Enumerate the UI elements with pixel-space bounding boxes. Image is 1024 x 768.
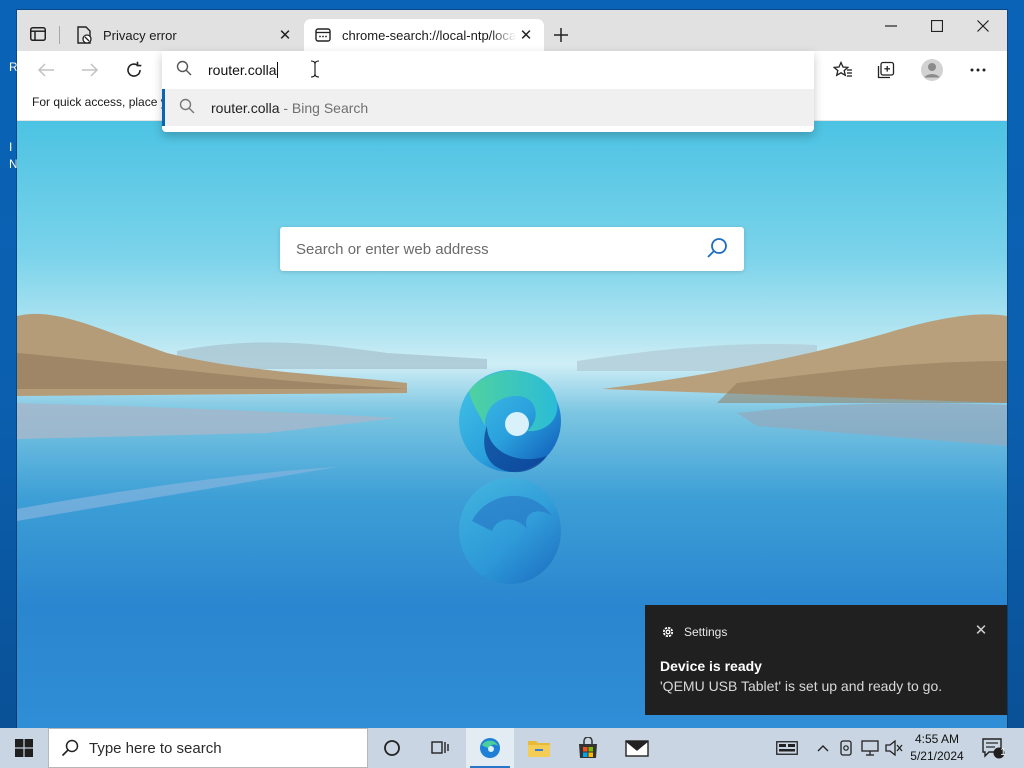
maximize-icon[interactable] [914, 10, 960, 42]
tab-new-tab-page[interactable]: chrome-search://local-ntp/local-ntp.html… [304, 19, 544, 51]
taskbar: Type here to search 4:55 AM 5/21/2024 1 [0, 728, 1024, 768]
favorites-icon[interactable] [828, 55, 858, 85]
microsoft-store-icon[interactable] [564, 728, 612, 768]
page-icon [314, 26, 332, 44]
address-bar-dropdown: router.colla router.colla - Bing Search [162, 51, 814, 132]
page-search-box [280, 227, 744, 271]
task-view-icon[interactable] [416, 728, 464, 768]
address-input[interactable]: router.colla [208, 61, 279, 78]
search-icon [176, 60, 192, 79]
tab-title: Privacy error [103, 27, 177, 43]
cortana-icon[interactable] [368, 728, 416, 768]
close-tab-icon[interactable]: ✕ [516, 25, 536, 45]
edge-logo-reflection [459, 478, 561, 584]
close-tab-icon[interactable]: ✕ [275, 25, 295, 45]
more-options-icon[interactable] [963, 55, 993, 85]
suggestion-source: - Bing Search [279, 99, 369, 116]
search-icon [179, 98, 195, 117]
edge-logo [459, 370, 561, 473]
edge-taskbar-icon[interactable] [466, 728, 514, 768]
search-icon [61, 739, 79, 757]
notification-app-name: Settings [684, 625, 728, 639]
device-icon[interactable] [837, 728, 855, 768]
notification-title: Device is ready [660, 658, 762, 674]
network-icon[interactable] [860, 728, 880, 768]
text-caret [277, 61, 279, 78]
notification-app: Settings [661, 625, 727, 639]
refresh-icon[interactable] [119, 55, 149, 85]
clock-time: 4:55 AM [914, 732, 960, 746]
profile-avatar-icon[interactable] [917, 55, 947, 85]
close-notification-icon[interactable]: ✕ [973, 622, 989, 639]
file-explorer-icon[interactable] [515, 728, 563, 768]
back-icon[interactable] [31, 55, 61, 85]
tab-actions-icon[interactable] [27, 23, 49, 45]
page-search-input[interactable] [296, 240, 706, 258]
search-icon[interactable] [706, 237, 728, 262]
address-bar[interactable]: router.colla [162, 51, 814, 88]
mail-icon[interactable] [613, 728, 661, 768]
tab-title: chrome-search://local-ntp/local-ntp.html [342, 27, 516, 43]
new-tab-icon[interactable] [549, 23, 573, 47]
show-hidden-icons-chevron-icon[interactable] [814, 728, 832, 768]
desktop-icon-label-fragment: I [9, 140, 13, 154]
taskbar-search-box[interactable]: Type here to search [48, 728, 368, 768]
minimize-icon[interactable] [868, 10, 914, 42]
text-cursor-icon [310, 60, 320, 81]
keyboard-icon[interactable] [772, 728, 802, 768]
action-center-icon[interactable]: 1 [978, 728, 1008, 768]
start-button[interactable] [0, 728, 48, 768]
volume-muted-icon[interactable] [884, 728, 904, 768]
tab-strip: Privacy error ✕ chrome-search://local-nt… [17, 10, 1007, 51]
document-warning-icon [75, 26, 93, 44]
tab-separator [59, 26, 60, 44]
collections-icon[interactable] [871, 55, 901, 85]
forward-icon[interactable] [75, 55, 105, 85]
suggestion-item-bing-search[interactable]: router.colla - Bing Search [162, 89, 814, 126]
suggestion-query: router.colla [211, 99, 280, 116]
windows-logo-icon [15, 739, 33, 757]
notification-toast[interactable]: Settings ✕ Device is ready 'QEMU USB Tab… [645, 605, 1007, 715]
settings-gear-icon [662, 626, 674, 638]
clock-date: 5/21/2024 [910, 749, 964, 763]
taskbar-search-placeholder: Type here to search [89, 739, 222, 757]
notification-body: 'QEMU USB Tablet' is set up and ready to… [660, 678, 943, 694]
favorites-bar-hint: For quick access, place y [32, 95, 167, 109]
notification-count-badge: 1 [1000, 747, 1006, 758]
close-window-icon[interactable] [960, 10, 1006, 42]
tab-privacy-error[interactable]: Privacy error ✕ [65, 19, 303, 51]
system-clock[interactable]: 4:55 AM 5/21/2024 [904, 731, 970, 765]
